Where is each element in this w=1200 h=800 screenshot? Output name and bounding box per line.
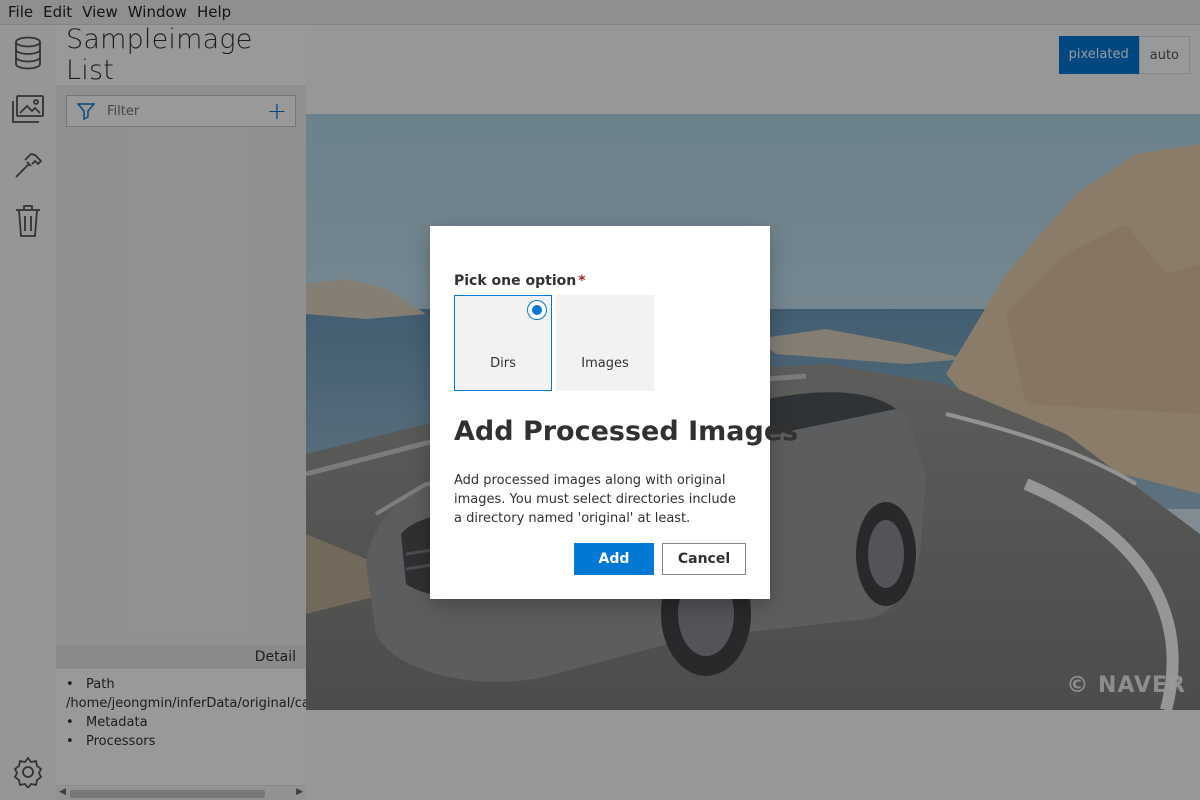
radio-selected-icon[interactable] [527,300,547,320]
cancel-button[interactable]: Cancel [662,543,746,575]
dialog-description: Add processed images along with original… [454,473,736,526]
required-mark: * [578,273,586,289]
option-images-label: Images [581,356,629,371]
dialog-title: Add Processed Images [454,416,799,447]
option-dirs[interactable]: Dirs [454,295,552,391]
option-images[interactable]: Images [556,295,654,391]
option-dirs-label: Dirs [490,356,516,371]
add-button[interactable]: Add [574,543,654,575]
pick-option-text: Pick one option [454,273,577,289]
add-processed-images-dialog: Pick one option * Dirs Images Add Process… [430,226,798,599]
pick-option-label: Pick one option * [454,273,586,289]
